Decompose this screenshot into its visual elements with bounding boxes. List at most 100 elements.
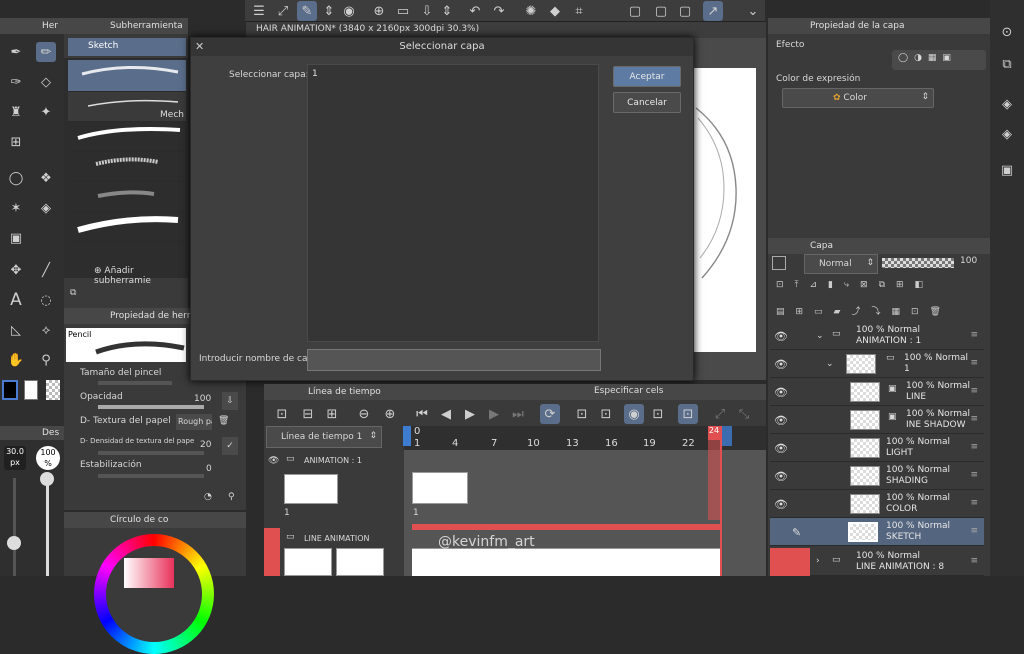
zoom-out-icon[interactable]: ⊖ (354, 404, 374, 424)
density-bar[interactable] (98, 451, 204, 455)
layer-list-item[interactable]: 1 (308, 65, 598, 83)
layers-icon[interactable]: ◈ (997, 124, 1017, 144)
blend-tool-icon[interactable]: ❖ (36, 168, 56, 188)
eye-icon[interactable]: 👁 (774, 358, 788, 371)
zoom-in-icon[interactable]: ⊕ (380, 404, 400, 424)
play-icon[interactable]: ▶ (460, 404, 480, 424)
last-frame-icon[interactable]: ⏭ (508, 404, 528, 424)
drag-handle-icon[interactable]: ≡ (970, 358, 978, 368)
expression-select[interactable]: ✿ Color ⇕ (782, 88, 934, 108)
hand-tool-icon[interactable]: ✋ (6, 350, 26, 370)
eye-icon[interactable]: 👁 (774, 330, 788, 343)
density-value[interactable]: 20 (200, 440, 211, 450)
drag-handle-icon[interactable]: ≡ (970, 498, 978, 508)
start-marker[interactable] (403, 426, 411, 446)
crop-icon[interactable]: ⌗ (569, 1, 589, 21)
prev-frame-icon[interactable]: ◀ (436, 404, 456, 424)
fill-icon[interactable]: ◆ (545, 1, 565, 21)
stabilization-bar[interactable] (98, 474, 204, 478)
end-marker[interactable]: 24 (708, 426, 720, 440)
canvas-page[interactable] (694, 68, 756, 352)
layer-row-0[interactable]: 👁 ⌄ ▭ 100 % Normal ANIMATION : 1 ≡ (770, 322, 984, 350)
layer-row-4[interactable]: 👁 100 % Normal LIGHT ≡ (770, 434, 984, 462)
fit-icon[interactable]: ⤢ (273, 1, 293, 21)
onion-skin-icon[interactable]: ◉ (624, 404, 644, 424)
magic-wand-icon[interactable]: ✶ (6, 198, 26, 218)
pen-tool-icon[interactable]: ✒ (6, 42, 26, 62)
first-frame-icon[interactable]: ⏮ (412, 404, 432, 424)
clear-icon[interactable]: ▢ (625, 1, 645, 21)
ruler-tool-icon[interactable]: ⟡ (36, 320, 56, 340)
eye-icon[interactable]: 👁 (774, 470, 788, 483)
save-icon[interactable]: ⇩ (417, 1, 437, 21)
camera-icon[interactable]: ◉ (339, 1, 359, 21)
brush-item-4[interactable] (68, 152, 186, 182)
chevron-down-icon[interactable]: ⌄ (816, 331, 824, 341)
drag-handle-icon[interactable]: ≡ (970, 556, 978, 566)
sub-view-icon[interactable]: ⧉ (997, 54, 1017, 74)
sub-color-swatch[interactable] (24, 380, 38, 400)
pencil-tool-icon[interactable]: ✏ (36, 42, 56, 62)
hamburger-icon[interactable]: ☰ (249, 1, 269, 21)
light-table-icon[interactable]: ⊡ (648, 404, 668, 424)
track-row-line-animation[interactable]: ▭ LINE ANIMATION (264, 528, 386, 576)
bucket-tool-icon[interactable]: ◈ (36, 198, 56, 218)
document-tab[interactable]: HAIR ANIMATION* (3840 x 2160px 300dpi 30… (246, 22, 766, 38)
brush-item-2[interactable]: Mech (68, 92, 186, 122)
move-tool-icon[interactable]: ✥ (6, 260, 26, 280)
drag-handle-icon[interactable]: ≡ (970, 442, 978, 452)
brush-item-6[interactable] (68, 212, 186, 242)
layer-property-icon[interactable]: ◈ (997, 94, 1017, 114)
undo-icon[interactable]: ↶ (465, 1, 485, 21)
layer-row-7[interactable]: ✎ 100 % Normal SKETCH ≡ (770, 518, 984, 546)
new-timeline-icon[interactable]: ⊡ (272, 404, 292, 424)
frame-icon[interactable]: ▢ (675, 1, 695, 21)
opacity-slider-handle[interactable] (40, 472, 54, 486)
sparkle-tool-icon[interactable]: ✦ (36, 102, 56, 122)
blend-mode-select[interactable]: Normal ⇕ (804, 254, 878, 274)
drag-handle-icon[interactable]: ≡ (970, 526, 978, 536)
eyedropper-tool-icon[interactable]: ⚲ (36, 350, 56, 370)
balloon-tool-icon[interactable]: ◌ (36, 290, 56, 310)
new-file-icon[interactable]: ⊕ (369, 1, 389, 21)
loop-icon[interactable]: ⟳ (540, 404, 560, 424)
layer-name-input[interactable] (307, 349, 601, 371)
expand-icon[interactable]: ⤢ (710, 404, 730, 424)
density-menu-icon[interactable]: ✓ (222, 437, 238, 455)
saturation-square[interactable] (124, 558, 174, 588)
transform-icon[interactable]: ▢ (651, 1, 671, 21)
drag-handle-icon[interactable]: ≡ (970, 330, 978, 340)
select-icon[interactable]: ⇕ (319, 1, 339, 21)
opacity-slider-track[interactable] (46, 478, 49, 576)
drag-handle-icon[interactable]: ≡ (970, 386, 978, 396)
drag-handle-icon[interactable]: ≡ (970, 414, 978, 424)
select-layer-icon[interactable]: ↗ (703, 1, 723, 21)
track-row-animation[interactable]: 👁 ▭ ANIMATION : 1 1 (264, 450, 386, 524)
new-cel-icon[interactable]: ⊡ (572, 404, 592, 424)
pen-icon[interactable]: ✎ (792, 526, 806, 539)
size-slider-track[interactable] (13, 478, 16, 576)
redo-icon[interactable]: ↷ (489, 1, 509, 21)
opacity-value[interactable]: 100 (194, 394, 211, 404)
add-subtool-button[interactable]: ⊕ Añadir subherramie (94, 266, 188, 286)
line-tool-icon[interactable]: ╱ (36, 260, 56, 280)
main-color-swatch[interactable] (2, 380, 18, 400)
drag-handle-icon[interactable]: ≡ (970, 470, 978, 480)
brush-item-3[interactable] (68, 122, 186, 152)
eye-icon[interactable]: 👁 (774, 414, 788, 427)
texture-delete-icon[interactable]: 🗑 (218, 416, 229, 426)
next-frame-icon[interactable]: ▶ (484, 404, 504, 424)
cancel-button[interactable]: Cancelar (613, 92, 681, 113)
layer-row-3[interactable]: 👁 ▣ 100 % Normal INE SHADOW ≡ (770, 406, 984, 434)
opacity-bar[interactable] (98, 405, 204, 409)
opacity-slider[interactable] (882, 258, 954, 268)
eye-icon[interactable]: 👁 (268, 456, 279, 466)
transparent-swatch[interactable] (46, 380, 60, 400)
marker-tool-icon[interactable]: ✑ (6, 72, 26, 92)
layer-row-6[interactable]: 👁 100 % Normal COLOR ≡ (770, 490, 984, 518)
open-icon[interactable]: ▭ (393, 1, 413, 21)
wrench-icon[interactable]: ◔ (204, 492, 212, 502)
grid-tool-icon[interactable]: ⊞ (6, 132, 26, 152)
cel-frame-1[interactable] (412, 472, 468, 504)
layer-list[interactable]: 1 (307, 64, 599, 342)
